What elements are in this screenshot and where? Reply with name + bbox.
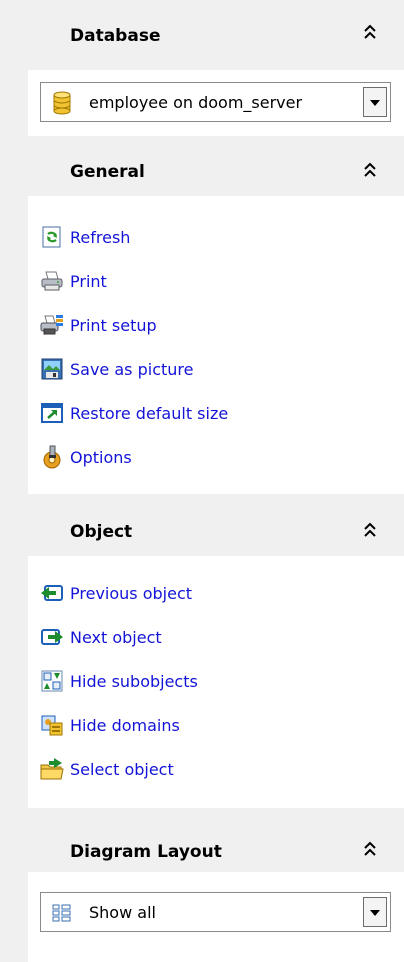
printer-icon bbox=[40, 269, 64, 293]
hide-domains-link[interactable]: Hide domains bbox=[40, 710, 180, 740]
save-as-picture-link[interactable]: Save as picture bbox=[40, 354, 193, 384]
database-panel-header[interactable]: Database bbox=[28, 0, 404, 70]
diagram-layout-panel-title: Diagram Layout bbox=[70, 842, 222, 862]
print-setup-link[interactable]: Print setup bbox=[40, 310, 157, 340]
select-object-folder-icon bbox=[40, 757, 64, 781]
diagram-layout-panel-header[interactable]: Diagram Layout bbox=[28, 808, 404, 872]
refresh-link[interactable]: Refresh bbox=[40, 222, 130, 252]
print-setup-icon bbox=[40, 313, 64, 337]
layout-grid-icon bbox=[51, 901, 73, 925]
restore-default-size-link[interactable]: Restore default size bbox=[40, 398, 228, 428]
previous-object-label: Previous object bbox=[70, 583, 193, 603]
options-label: Options bbox=[70, 447, 132, 467]
object-panel: Object Previous object Next object Hide … bbox=[28, 494, 404, 808]
print-link[interactable]: Print bbox=[40, 266, 107, 296]
next-object-link[interactable]: Next object bbox=[40, 622, 162, 652]
database-select[interactable]: employee on doom_server bbox=[40, 82, 391, 122]
refresh-label: Refresh bbox=[70, 227, 131, 247]
double-chevron-up-icon[interactable] bbox=[360, 22, 380, 44]
arrow-left-icon bbox=[40, 581, 64, 605]
diagram-layout-panel-body: Show all bbox=[28, 872, 404, 962]
object-panel-body: Previous object Next object Hide subobje… bbox=[28, 556, 404, 808]
restore-size-icon bbox=[40, 401, 64, 425]
object-panel-header[interactable]: Object bbox=[28, 494, 404, 556]
diagram-layout-select[interactable]: Show all bbox=[40, 892, 391, 932]
general-panel-header[interactable]: General bbox=[28, 136, 404, 196]
arrow-right-icon bbox=[40, 625, 64, 649]
options-icon bbox=[40, 445, 64, 469]
diagram-layout-select-value: Show all bbox=[89, 903, 156, 922]
chevron-down-icon[interactable] bbox=[363, 897, 387, 927]
database-select-value: employee on doom_server bbox=[89, 93, 303, 112]
select-object-link[interactable]: Select object bbox=[40, 754, 174, 784]
chevron-down-icon[interactable] bbox=[363, 87, 387, 117]
print-label: Print bbox=[70, 271, 107, 291]
hide-subobjects-icon bbox=[40, 669, 64, 693]
diagram-layout-panel: Diagram Layout Show all bbox=[28, 808, 404, 962]
database-panel-body: employee on doom_server bbox=[28, 70, 404, 136]
next-object-label: Next object bbox=[70, 627, 162, 647]
database-panel-title: Database bbox=[70, 26, 161, 46]
general-panel-body: Refresh Print Print setup Save as pictur… bbox=[28, 196, 404, 494]
double-chevron-up-icon[interactable] bbox=[360, 160, 380, 182]
double-chevron-up-icon[interactable] bbox=[360, 520, 380, 542]
restore-default-size-label: Restore default size bbox=[70, 403, 229, 423]
print-setup-label: Print setup bbox=[70, 315, 157, 335]
save-as-picture-label: Save as picture bbox=[70, 359, 194, 379]
database-cylinder-icon bbox=[51, 91, 73, 115]
hide-subobjects-link[interactable]: Hide subobjects bbox=[40, 666, 198, 696]
options-link[interactable]: Options bbox=[40, 442, 132, 472]
refresh-icon bbox=[40, 225, 64, 249]
hide-domains-icon bbox=[40, 713, 64, 737]
general-panel-title: General bbox=[70, 162, 145, 182]
save-picture-icon bbox=[40, 357, 64, 381]
select-object-label: Select object bbox=[70, 759, 174, 779]
database-panel: Database employee on doom_server bbox=[28, 0, 404, 136]
previous-object-link[interactable]: Previous object bbox=[40, 578, 192, 608]
double-chevron-up-icon[interactable] bbox=[360, 839, 380, 861]
hide-subobjects-label: Hide subobjects bbox=[70, 671, 198, 691]
hide-domains-label: Hide domains bbox=[70, 715, 180, 735]
general-panel: General Refresh Print Print setup Save a… bbox=[28, 136, 404, 494]
object-panel-title: Object bbox=[70, 522, 133, 542]
